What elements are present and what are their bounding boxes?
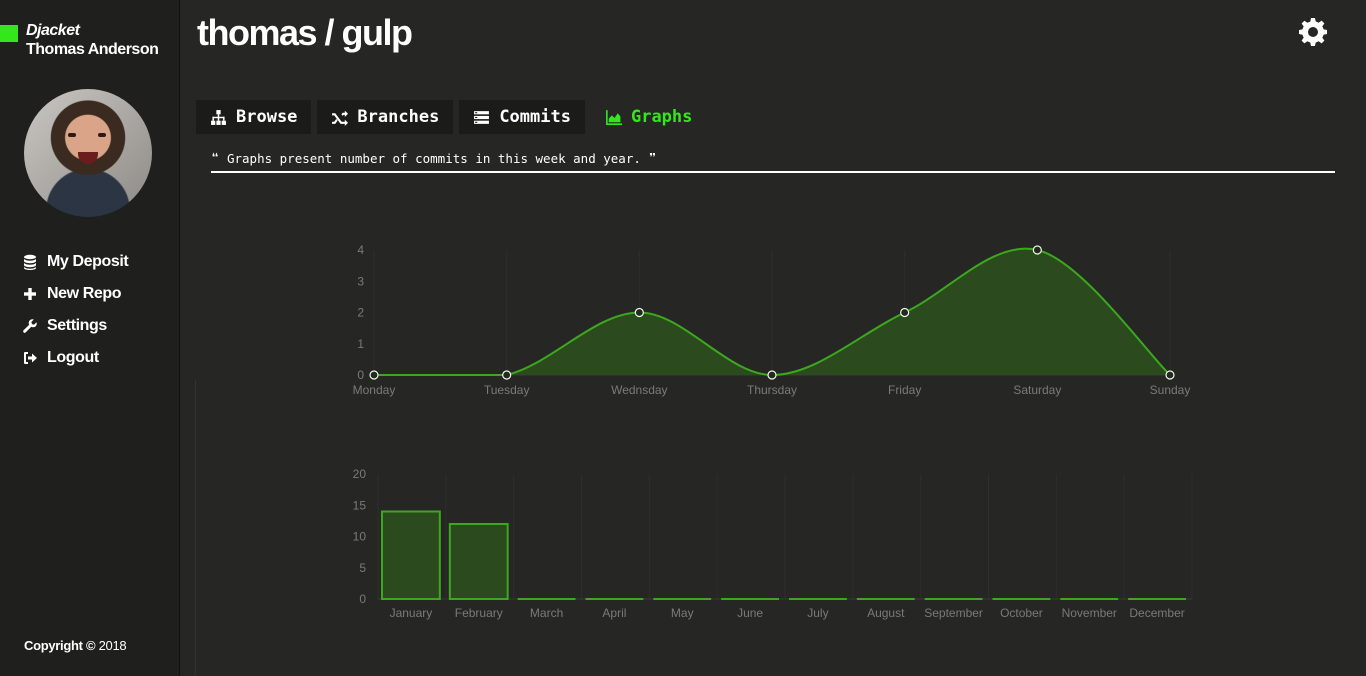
logout-icon xyxy=(24,352,37,364)
x-tick-label: May xyxy=(671,606,694,620)
tab-label: Graphs xyxy=(630,107,693,127)
y-tick-label: 4 xyxy=(357,243,364,257)
x-tick-label: Wednsday xyxy=(611,383,667,397)
y-tick-label: 10 xyxy=(353,530,367,544)
y-tick-label: 1 xyxy=(357,337,364,351)
x-tick-label: Thursday xyxy=(747,383,797,397)
quote-close-icon: ❞ xyxy=(648,151,657,167)
x-tick-label: November xyxy=(1062,606,1117,620)
x-tick-label: April xyxy=(602,606,626,620)
copyright: Copyright © 2018 xyxy=(24,638,127,653)
x-tick-label: September xyxy=(924,606,983,620)
data-point[interactable] xyxy=(369,370,379,380)
gear-icon[interactable] xyxy=(1297,16,1329,48)
x-tick-label: Tuesday xyxy=(484,383,530,397)
bar[interactable] xyxy=(381,510,441,600)
quote-open-icon: ❝ xyxy=(211,151,220,167)
yearly-commits-chart: 0 5 10 15 20 January February March April May June… xyxy=(353,467,1193,620)
sitemap-icon xyxy=(211,109,226,125)
sidebar-item-new-repo[interactable]: New Repo xyxy=(22,278,128,310)
brand-accent-bar xyxy=(0,25,18,42)
content-divider xyxy=(195,380,196,676)
x-tick-label: Friday xyxy=(888,383,921,397)
data-point[interactable] xyxy=(502,370,512,380)
user-name: Thomas Anderson xyxy=(26,41,159,58)
sidebar-item-my-deposit[interactable]: My Deposit xyxy=(22,246,129,278)
x-tick-label: July xyxy=(807,606,828,620)
sidebar-item-settings[interactable]: Settings xyxy=(22,310,128,342)
quote-text: Graphs present number of commits in this… xyxy=(226,151,641,166)
avatar-eye xyxy=(98,133,106,137)
y-tick-label: 0 xyxy=(357,368,364,382)
x-tick-label: Sunday xyxy=(1150,383,1191,397)
y-tick-label: 5 xyxy=(359,561,366,575)
tab-label: Commits xyxy=(499,107,571,127)
area-chart-icon xyxy=(606,109,622,125)
copyright-year: 2018 xyxy=(98,638,127,653)
x-tick-label: December xyxy=(1129,606,1184,620)
tab-graphs[interactable]: Graphs xyxy=(591,100,706,134)
bar[interactable] xyxy=(448,523,509,600)
list-icon xyxy=(474,110,490,124)
data-point[interactable] xyxy=(1032,245,1042,255)
page-title: thomas / gulp xyxy=(197,12,413,53)
x-tick-label: January xyxy=(390,606,433,620)
y-tick-label: 2 xyxy=(357,306,364,320)
weekly-commits-chart: 0 1 2 3 4 Monday Tuesday Wednsday Thursday Friday… xyxy=(353,243,1191,397)
sidebar-nav: My Deposit New Repo Settings Logout xyxy=(22,246,129,374)
tab-browse[interactable]: Browse xyxy=(196,100,312,134)
plus-icon xyxy=(24,288,36,300)
data-point[interactable] xyxy=(900,307,910,318)
sidebar-item-logout[interactable]: Logout xyxy=(22,342,128,374)
sidebar: Djacket Thomas Anderson My Deposit New R… xyxy=(0,0,180,676)
x-tick-label: Monday xyxy=(353,383,396,397)
brand-name[interactable]: Djacket xyxy=(26,22,80,40)
data-point[interactable] xyxy=(1165,370,1175,380)
x-tick-label: Saturday xyxy=(1013,383,1061,397)
tab-label: Branches xyxy=(357,107,440,127)
x-tick-label: March xyxy=(530,606,563,620)
x-tick-label: August xyxy=(867,606,905,620)
y-tick-label: 3 xyxy=(357,274,364,288)
avatar-mouth xyxy=(78,152,98,164)
shuffle-icon xyxy=(332,110,349,126)
sidebar-item-label: My Deposit xyxy=(47,253,129,270)
y-tick-label: 0 xyxy=(359,592,366,606)
avatar xyxy=(24,89,152,217)
repo-tabs: Browse Branches Commits Graphs xyxy=(196,100,712,134)
graphs-description: ❝ Graphs present number of commits in th… xyxy=(211,151,1335,173)
database-icon xyxy=(24,254,36,270)
y-tick-label: 20 xyxy=(353,467,367,481)
sidebar-item-label: Settings xyxy=(47,317,107,334)
x-tick-label: October xyxy=(1000,606,1043,620)
data-point[interactable] xyxy=(767,370,777,380)
y-tick-label: 15 xyxy=(353,498,367,512)
copyright-label: Copyright © xyxy=(24,638,96,653)
tab-commits[interactable]: Commits xyxy=(459,100,585,134)
sidebar-item-label: New Repo xyxy=(47,285,122,302)
x-tick-label: June xyxy=(737,606,763,620)
wrench-icon xyxy=(23,319,37,333)
data-point[interactable] xyxy=(634,307,644,318)
sidebar-item-label: Logout xyxy=(47,349,99,366)
avatar-eye xyxy=(68,133,76,137)
tab-branches[interactable]: Branches xyxy=(317,100,454,134)
tab-label: Browse xyxy=(236,107,298,127)
x-tick-label: February xyxy=(455,606,503,620)
